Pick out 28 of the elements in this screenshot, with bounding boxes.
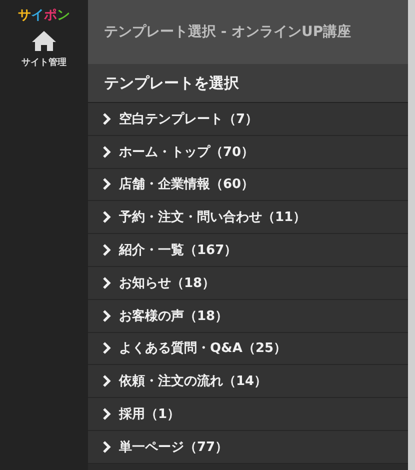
logo: サイポン — [18, 7, 70, 24]
window-title: テンプレート選択 - オンラインUP講座 — [88, 0, 408, 64]
category-item[interactable]: ホーム・トップ（70） — [88, 136, 408, 169]
category-item[interactable]: 単一ページ（77） — [88, 430, 408, 464]
category-item[interactable]: 予約・注文・問い合わせ（11） — [88, 201, 408, 234]
category-item[interactable]: 依頼・注文の流れ（14） — [88, 365, 408, 398]
section-heading: テンプレートを選択 — [88, 64, 408, 103]
category-item[interactable]: お知らせ（18） — [88, 266, 408, 300]
category-item[interactable]: 空白テンプレート（7） — [88, 103, 408, 136]
chevron-right-icon — [102, 408, 111, 420]
chevron-right-icon — [102, 146, 111, 158]
category-item[interactable]: 採用（1） — [88, 398, 408, 431]
site-management-link[interactable]: サイト管理 — [22, 30, 66, 69]
chevron-right-icon — [102, 276, 111, 289]
category-item[interactable]: お客様の声（18） — [88, 300, 408, 333]
home-icon — [31, 30, 57, 52]
chevron-right-icon — [102, 375, 111, 388]
scrollbar[interactable] — [408, 0, 415, 470]
chevron-right-icon — [102, 112, 111, 125]
chevron-right-icon — [102, 310, 111, 322]
category-item[interactable]: 紹介・一覧（167） — [88, 234, 408, 267]
chevron-right-icon — [102, 178, 111, 190]
chevron-right-icon — [102, 211, 111, 224]
chevron-right-icon — [102, 440, 111, 453]
chevron-right-icon — [102, 342, 111, 354]
chevron-right-icon — [102, 244, 111, 256]
category-item[interactable]: よくある質問・Q&A（25） — [88, 332, 408, 366]
category-item[interactable]: 店舗・企業情報（60） — [88, 168, 408, 202]
